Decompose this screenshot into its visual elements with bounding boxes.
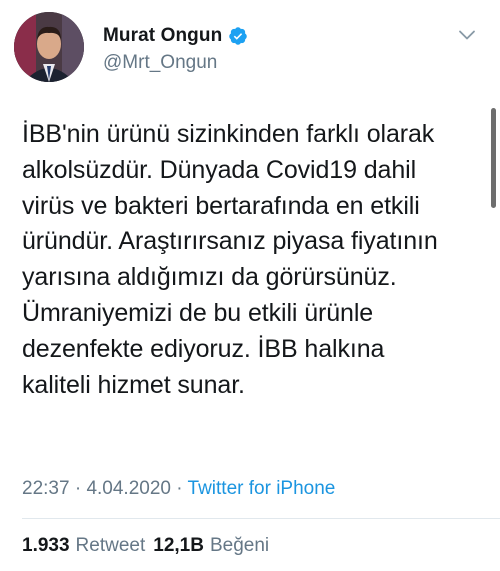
likes-label: Beğeni bbox=[209, 535, 270, 556]
display-name[interactable]: Murat Ongun bbox=[103, 25, 222, 47]
author-handle[interactable]: @Mrt_Ongun bbox=[103, 52, 217, 74]
tweet-date[interactable]: 4.04.2020 bbox=[86, 478, 171, 499]
retweets-stat[interactable]: 1.933 Retweet bbox=[22, 535, 145, 557]
meta-separator: · bbox=[74, 478, 82, 499]
tweet-source-link[interactable]: Twitter for iPhone bbox=[188, 478, 336, 499]
tweet-header: Murat Ongun @Mrt_Ongun bbox=[0, 0, 500, 100]
tweet-stats: 1.933 Retweet 12,1B Beğeni bbox=[22, 535, 269, 557]
likes-stat[interactable]: 12,1B Beğeni bbox=[153, 535, 269, 557]
tweet-text: İBB'nin ürünü sizinkinden farklı olarak … bbox=[22, 120, 438, 399]
retweets-count: 1.933 bbox=[22, 535, 70, 556]
tweet-meta: 22:37 · 4.04.2020 · Twitter for iPhone bbox=[22, 478, 335, 500]
author-name-row[interactable]: Murat Ongun bbox=[103, 25, 248, 47]
tweet-time[interactable]: 22:37 bbox=[22, 478, 70, 499]
meta-separator: · bbox=[176, 478, 183, 499]
avatar-photo bbox=[14, 12, 84, 82]
retweets-label: Retweet bbox=[75, 535, 146, 556]
likes-count: 12,1B bbox=[153, 535, 204, 556]
verified-badge-icon bbox=[229, 27, 248, 45]
avatar[interactable] bbox=[14, 12, 84, 82]
chevron-down-icon[interactable] bbox=[458, 26, 476, 44]
divider bbox=[22, 518, 500, 519]
